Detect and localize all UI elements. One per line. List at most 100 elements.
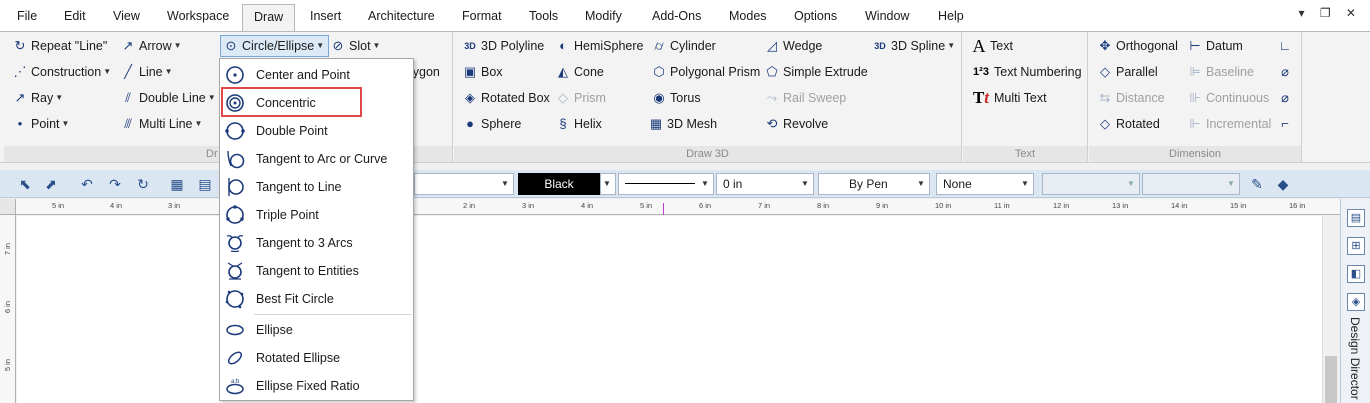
menu-item-rotated-ellipse[interactable]: Rotated Ellipse: [220, 344, 413, 372]
simple-extrude-button[interactable]: ⬠ Simple Extrude: [764, 62, 867, 82]
polygon-button[interactable]: lygon: [410, 62, 440, 82]
menu-draw[interactable]: Draw: [242, 4, 296, 32]
continuous-button[interactable]: ⊪ Continuous: [1187, 88, 1269, 108]
helix-button[interactable]: § Helix: [555, 114, 601, 134]
paint-bucket-icon[interactable]: ◆: [1274, 175, 1292, 193]
select-arrow-icon[interactable]: ⬉: [16, 175, 34, 193]
multi-text-button[interactable]: Tt Multi Text: [971, 88, 1047, 108]
layer-select[interactable]: ▼: [414, 173, 514, 195]
box-button[interactable]: ▣ Box: [462, 62, 503, 82]
diameter-dim-button[interactable]: ⌀: [1277, 88, 1296, 108]
polygonal-prism-button[interactable]: ⬡ Polygonal Prism: [651, 62, 760, 82]
rail-sweep-button[interactable]: ⤳ Rail Sweep: [764, 88, 846, 108]
wedge-button[interactable]: ◿ Wedge: [764, 36, 822, 56]
arrow-button[interactable]: ↗ Arrow ▼: [120, 36, 182, 56]
repeat-icon[interactable]: ↻: [134, 175, 152, 193]
vertical-scrollbar[interactable]: [1322, 216, 1338, 403]
menu-format[interactable]: Format: [462, 7, 502, 25]
menu-item-tangent-3-arcs[interactable]: Tangent to 3 Arcs: [220, 229, 413, 257]
sphere-button[interactable]: ● Sphere: [462, 114, 521, 134]
menu-item-best-fit-circle[interactable]: Best Fit Circle: [220, 285, 413, 313]
menu-item-triple-point[interactable]: Triple Point: [220, 201, 413, 229]
continuous-icon: ⊪: [1189, 90, 1201, 105]
menu-modify[interactable]: Modify: [585, 7, 622, 25]
parallel-button[interactable]: ◇ Parallel: [1097, 62, 1158, 82]
construction-button[interactable]: ⋰ Construction ▼: [12, 62, 112, 82]
ray-button[interactable]: ↗ Ray ▼: [12, 88, 64, 108]
text-button[interactable]: A Text: [971, 36, 1013, 56]
menu-help[interactable]: Help: [938, 7, 964, 25]
line-width-select[interactable]: 0 in ▼: [716, 173, 814, 195]
menu-item-ellipse[interactable]: Ellipse: [220, 316, 413, 344]
layers-icon[interactable]: ▤: [196, 175, 214, 193]
leader-button[interactable]: ⌐: [1277, 114, 1296, 134]
double-line-button[interactable]: ⫽ Double Line ▼: [120, 88, 216, 108]
color-dropdown[interactable]: ▼: [600, 173, 616, 195]
panel-cube-icon[interactable]: ◧: [1347, 265, 1365, 283]
baseline-button[interactable]: ⊫ Baseline: [1187, 62, 1254, 82]
hemisphere-button[interactable]: ◐ HemiSphere: [555, 36, 643, 56]
multi-line-button[interactable]: ⫻ Multi Line ▼: [120, 114, 202, 134]
orthogonal-button[interactable]: ✥ Orthogonal: [1097, 36, 1178, 56]
eyedropper-icon[interactable]: ✎: [1248, 175, 1266, 193]
line-style-select[interactable]: ▼: [618, 173, 714, 195]
ruler-label: 3 in: [522, 201, 535, 210]
undo-icon[interactable]: ↶: [78, 175, 96, 193]
menu-tools[interactable]: Tools: [529, 7, 558, 25]
menu-item-center-and-point[interactable]: Center and Point: [220, 61, 413, 89]
cylinder-button[interactable]: ⌭ Cylinder: [651, 36, 716, 56]
panel-selection-icon[interactable]: ⊞: [1347, 237, 1365, 255]
menu-item-tangent-line[interactable]: Tangent to Line: [220, 173, 413, 201]
3d-spline-button[interactable]: 3D 3D Spline ▼: [872, 36, 955, 56]
3d-mesh-button[interactable]: ▦ 3D Mesh: [648, 114, 717, 134]
slot-button[interactable]: ⊘ Slot ▼: [330, 36, 381, 56]
torus-button[interactable]: ◉ Torus: [651, 88, 700, 108]
menu-file[interactable]: File: [17, 7, 37, 25]
menu-modes[interactable]: Modes: [729, 7, 767, 25]
scrollbar-thumb[interactable]: [1325, 356, 1337, 403]
design-director-tab[interactable]: Design Director: [1348, 317, 1362, 400]
menu-options[interactable]: Options: [794, 7, 837, 25]
menu-insert[interactable]: Insert: [310, 7, 341, 25]
menu-view[interactable]: View: [113, 7, 140, 25]
point-button[interactable]: • Point ▼: [12, 114, 70, 134]
incremental-button[interactable]: ⊩ Incremental: [1187, 114, 1271, 134]
cone-button[interactable]: ◭ Cone: [555, 62, 604, 82]
menu-item-tangent-entities[interactable]: Tangent to Entities: [220, 257, 413, 285]
line-button[interactable]: ╱ Line ▼: [120, 62, 172, 82]
angular-dim-button[interactable]: ∟: [1277, 36, 1296, 56]
table-icon[interactable]: ▦: [168, 175, 186, 193]
window-controls[interactable]: ▾ ❐ ✕: [1298, 6, 1362, 20]
datum-button[interactable]: ⊢ Datum: [1187, 36, 1243, 56]
fill-select[interactable]: None ▼: [936, 173, 1034, 195]
radius-dim-button[interactable]: ⌀: [1277, 62, 1296, 82]
rotated-box-button[interactable]: ◈ Rotated Box: [462, 88, 550, 108]
text-numbering-button[interactable]: 1²3 Text Numbering: [971, 62, 1082, 82]
distance-button[interactable]: ⇆ Distance: [1097, 88, 1165, 108]
leader-icon: ⌐: [1281, 116, 1289, 131]
color-swatch[interactable]: Black: [518, 173, 600, 195]
revolve-button[interactable]: ⟲ Revolve: [764, 114, 829, 134]
menu-workspace[interactable]: Workspace: [167, 7, 229, 25]
circle-ellipse-button[interactable]: ⊙ Circle/Ellipse ▼: [220, 35, 330, 57]
menu-architecture[interactable]: Architecture: [368, 7, 435, 25]
panel-design-director-icon[interactable]: ◈: [1347, 293, 1365, 311]
prism-button[interactable]: ◇ Prism: [555, 88, 606, 108]
menu-edit[interactable]: Edit: [64, 7, 86, 25]
rotated-button[interactable]: ◇ Rotated: [1097, 114, 1160, 134]
cursor-marker: [663, 203, 664, 215]
menu-window[interactable]: Window: [865, 7, 909, 25]
pen-select[interactable]: By Pen ▼: [818, 173, 930, 195]
edit-arrow-icon[interactable]: ⬈: [42, 175, 60, 193]
menu-item-tangent-arc-curve[interactable]: Tangent to Arc or Curve: [220, 145, 413, 173]
redo-icon[interactable]: ↷: [106, 175, 124, 193]
3d-polyline-button[interactable]: 3D 3D Polyline: [462, 36, 544, 56]
panel-properties-icon[interactable]: ▤: [1347, 209, 1365, 227]
repeat-line-button[interactable]: ↻ Repeat "Line": [12, 36, 108, 56]
extra-select-2[interactable]: ▼: [1142, 173, 1240, 195]
extra-select-1[interactable]: ▼: [1042, 173, 1140, 195]
menu-item-ellipse-fixed-ratio[interactable]: a:b Ellipse Fixed Ratio: [220, 372, 413, 400]
menu-add-ons[interactable]: Add-Ons: [652, 7, 701, 25]
drawing-canvas[interactable]: [17, 216, 1322, 403]
menu-item-double-point[interactable]: Double Point: [220, 117, 413, 145]
